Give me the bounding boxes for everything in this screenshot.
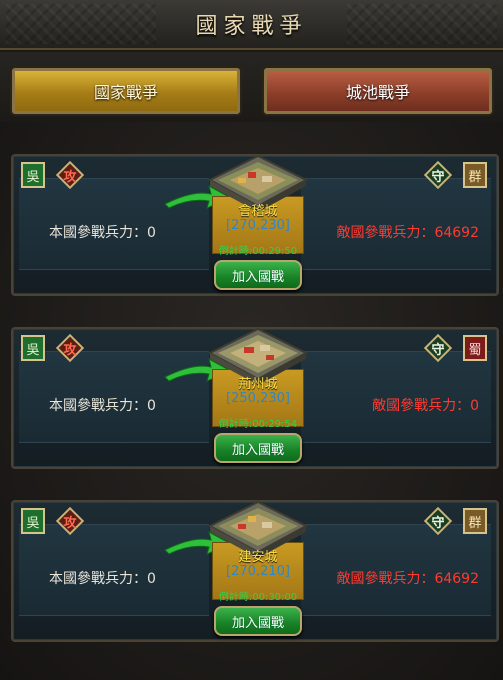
defender-faction-flag-icon: 蜀 [463,335,487,361]
defend-label: 守 [431,515,445,531]
attack-label: 攻 [63,342,77,358]
city-name: 荊州城 [238,377,278,392]
join-war-button[interactable]: 加入國戰 [214,433,302,463]
battle-card: 吳 攻 守 蜀 本國參戰兵力：0 敵國參戰兵力：0 荊州城 [250,230] … [11,327,499,469]
attack-label: 攻 [63,515,77,531]
own-force-text: 本國參戰兵力：0 [49,225,156,241]
attacker-faction-flag-icon: 吳 [21,162,45,188]
attack-icon: 攻 [57,508,83,534]
attack-icon: 攻 [57,335,83,361]
title-bar: 國家戰爭 [0,0,503,50]
city-target[interactable]: 荊州城 [250,230] 倒計時:00:29:54 加入國戰 [205,327,311,471]
own-force-text: 本國參戰兵力：0 [49,571,156,587]
countdown-timer: 倒計時:00:29:54 [218,419,298,430]
join-war-button[interactable]: 加入國戰 [214,260,302,290]
enemy-force-text: 敵國參戰兵力：64692 [336,225,479,241]
countdown-timer: 倒計時:00:30:00 [218,592,298,603]
enemy-force-text: 敵國參戰兵力：0 [372,398,479,414]
attacker-faction-flag-icon: 吳 [21,508,45,534]
join-war-button[interactable]: 加入國戰 [214,606,302,636]
city-name: 會稽城 [238,204,278,219]
city-coords: [250,230] [226,391,290,406]
battle-card: 吳 攻 守 群 本國參戰兵力：0 敵國參戰兵力：64692 建安城 [270,2… [11,500,499,642]
own-force-text: 本國參戰兵力：0 [49,398,156,414]
city-coords: [270,230] [226,218,290,233]
tab-bar: 國家戰爭 城池戰爭 [0,52,503,122]
tab-city-war[interactable]: 城池戰爭 [264,68,492,114]
attack-icon: 攻 [57,162,83,188]
page-title: 國家戰爭 [195,14,308,39]
attack-label: 攻 [63,169,77,185]
defend-icon: 守 [425,162,451,188]
defender-faction-flag-icon: 群 [463,508,487,534]
defend-icon: 守 [425,508,451,534]
battle-card: 吳 攻 守 群 本國參戰兵力：0 敵國參戰兵力：64692 會稽城 [270,2… [11,154,499,296]
tab-national-war[interactable]: 國家戰爭 [12,68,240,114]
defend-label: 守 [431,342,445,358]
enemy-force-text: 敵國參戰兵力：64692 [336,571,479,587]
defend-icon: 守 [425,335,451,361]
battle-list: 吳 攻 守 群 本國參戰兵力：0 敵國參戰兵力：64692 會稽城 [270,2… [0,122,503,680]
defend-label: 守 [431,169,445,185]
city-name: 建安城 [238,550,278,565]
city-coords: [270,210] [226,564,290,579]
countdown-timer: 倒計時:00:29:50 [218,246,298,257]
city-target[interactable]: 建安城 [270,210] 倒計時:00:30:00 加入國戰 [205,500,311,644]
city-target[interactable]: 會稽城 [270,230] 倒計時:00:29:50 加入國戰 [205,154,311,298]
defender-faction-flag-icon: 群 [463,162,487,188]
attacker-faction-flag-icon: 吳 [21,335,45,361]
